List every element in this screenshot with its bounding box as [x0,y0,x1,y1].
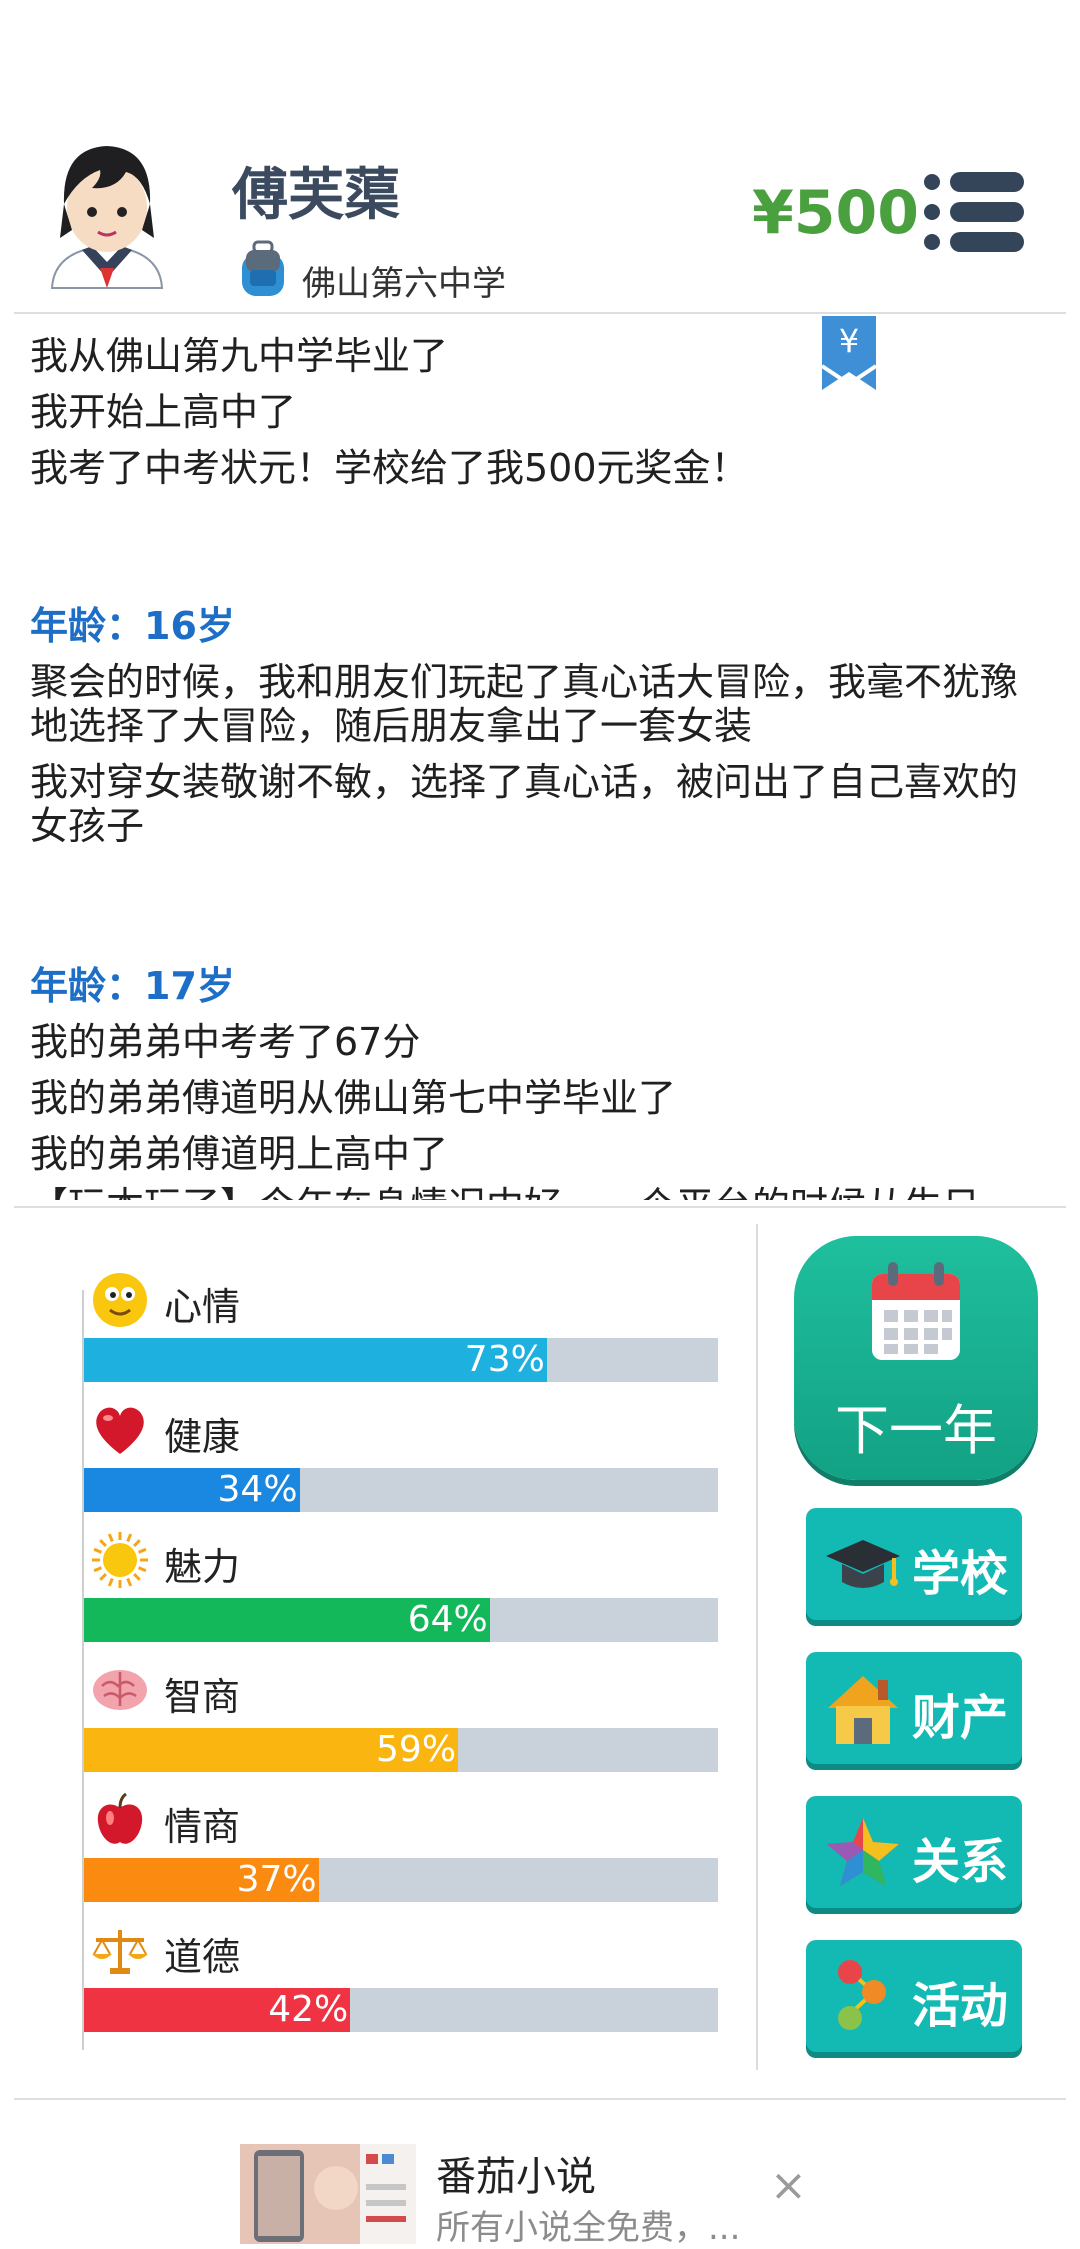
stat-label: 心情 [164,1285,241,1329]
stat-bar-track: 59% [84,1728,718,1772]
bookmark-symbol: ¥ [839,322,859,360]
stat-percent: 73% [464,1339,545,1380]
school-name: 佛山第六中学 [302,264,506,304]
log-age-heading: 年龄：16岁 [30,604,235,648]
graduation-cap-icon [826,1540,900,1588]
apple-icon [90,1790,150,1850]
stat-percent: 64% [407,1599,488,1640]
relations-button[interactable]: 关系 [806,1796,1022,1908]
log-line: 我的弟弟傅道明从佛山第七中学毕业了 [30,1076,677,1120]
stat-label: 智商 [164,1675,241,1719]
heart-icon [90,1400,150,1460]
scales-icon [90,1920,150,1980]
stat-bar-fill: 64% [84,1598,490,1642]
stat-label: 情商 [164,1805,241,1849]
ad-title: 番茄小说 [436,2154,596,2200]
stat-label: 道德 [164,1935,241,1979]
school-button-label: 学校 [912,1546,1009,1602]
ad-subtitle: 所有小说全免费，... [436,2208,741,2248]
stat-bar-track: 37% [84,1858,718,1902]
log-line: 【玩本玩了】今年在身情况中好，一个平台的时候从生日 [30,1184,1050,1200]
school-button[interactable]: 学校 [806,1508,1022,1620]
stats-axis [82,1290,84,2050]
activities-button-label: 活动 [912,1978,1009,2034]
log-line: 我考了中考状元！学校给了我500元奖金！ [30,446,749,490]
character-name: 傅芙蕖 [232,163,400,228]
calendar-icon [872,1262,960,1360]
log-line: 我的弟弟中考考了67分 [30,1020,421,1064]
hamburger-menu-icon[interactable] [920,172,1026,252]
money-balance: ¥500 [752,178,919,248]
footer-divider [14,2098,1066,2100]
stat-bar-track: 73% [84,1338,718,1382]
log-line: 我的弟弟傅道明上高中了 [30,1132,449,1176]
stat-bar-fill: 34% [84,1468,300,1512]
property-button[interactable]: 财产 [806,1652,1022,1764]
activities-button[interactable]: 活动 [806,1940,1022,2052]
relations-button-label: 关系 [912,1834,1009,1890]
ad-image[interactable] [240,2144,416,2244]
next-year-label: 下一年 [835,1399,997,1462]
stat-bar-track: 34% [84,1468,718,1512]
ad-banner[interactable]: 番茄小说 所有小说全免费，... × [0,2124,1080,2248]
dots-icon [838,1960,886,2030]
log-line: 我从佛山第九中学毕业了 [30,334,449,378]
panel-divider [756,1224,758,2070]
stat-bar-fill: 73% [84,1338,547,1382]
house-icon [828,1676,898,1744]
brain-icon [90,1660,150,1720]
stat-bar-fill: 59% [84,1728,459,1772]
property-button-label: 财产 [912,1690,1009,1746]
backpack-icon [236,240,290,298]
stat-label: 魅力 [164,1545,241,1589]
sun-icon [90,1530,150,1590]
stat-percent: 34% [217,1469,298,1510]
avatar [42,138,172,296]
next-year-button[interactable]: 下一年 [794,1236,1038,1480]
log-line: 我对穿女装敬谢不敏，选择了真心话，被问出了自己喜欢的女孩子 [30,760,1019,848]
log-divider [14,1206,1066,1208]
stat-label: 健康 [164,1415,241,1459]
student-avatar-icon [50,146,164,289]
stat-percent: 42% [268,1989,349,2030]
stat-bar-fill: 37% [84,1858,319,1902]
log-line: 聚会的时候，我和朋友们玩起了真心话大冒险，我毫不犹豫地选择了大冒险，随后朋友拿出… [30,660,1019,748]
log-line: 我开始上高中了 [30,390,297,434]
event-log[interactable]: 我从佛山第九中学毕业了 我开始上高中了 我考了中考状元！学校给了我500元奖金！… [14,314,1066,1200]
stat-percent: 59% [376,1729,457,1770]
star-icon [827,1818,899,1886]
stat-percent: 37% [236,1859,317,1900]
bookmark-icon[interactable]: ¥ [820,316,878,392]
smiley-icon [90,1270,150,1330]
log-age-heading: 年龄：17岁 [30,964,235,1008]
stat-bar-track: 64% [84,1598,718,1642]
close-icon[interactable]: × [770,2160,807,2211]
stat-bar-fill: 42% [84,1988,351,2032]
stat-bar-track: 42% [84,1988,718,2032]
